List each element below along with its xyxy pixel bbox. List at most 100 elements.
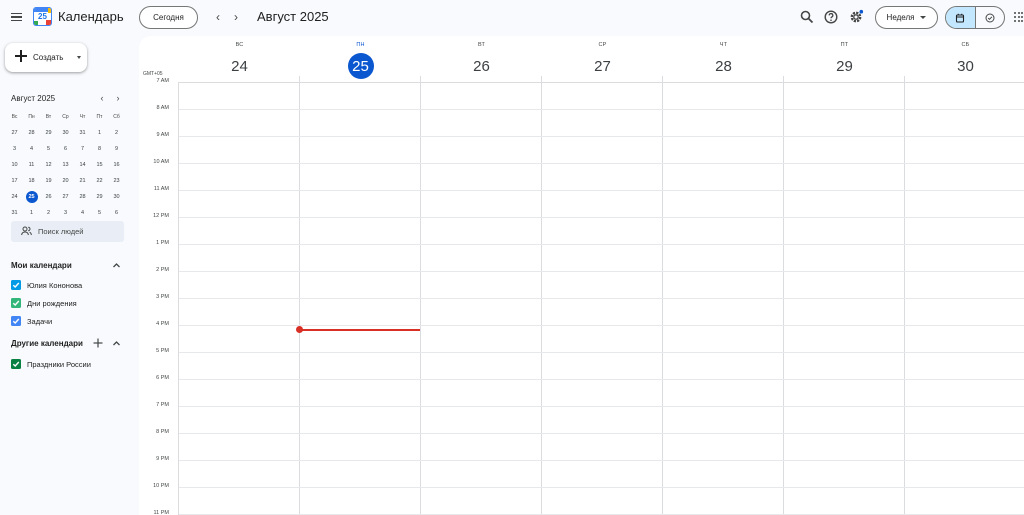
other-calendars-title[interactable]: Другие календари [11,339,83,348]
mini-day[interactable]: 7 [74,141,91,157]
create-button[interactable]: Создать [5,43,87,72]
mini-day[interactable]: 31 [6,205,23,221]
my-calendars-title[interactable]: Мои календари [11,261,72,270]
hour-line [179,460,1024,461]
help-icon[interactable] [823,9,839,25]
calendar-item[interactable]: Юлия Кононова [11,279,82,291]
mini-day-number: 24 [11,194,18,200]
mini-day[interactable]: 30 [57,125,74,141]
day-number[interactable]: 26 [469,53,495,79]
hour-line [179,352,1024,353]
chevron-down-icon [77,56,81,59]
mini-day[interactable]: 28 [74,189,91,205]
mini-day[interactable]: 2 [108,125,125,141]
mini-day[interactable]: 4 [23,141,40,157]
apps-icon[interactable] [1014,12,1024,22]
mini-day-today[interactable]: 25 [23,189,40,205]
calendar-item-label: Праздники России [27,359,91,369]
mini-day[interactable]: 2 [40,205,57,221]
mini-day[interactable]: 29 [40,125,57,141]
mini-day[interactable]: 26 [40,189,57,205]
mini-weekday: Сб [113,114,120,120]
mini-day-number: 17 [11,178,18,184]
prev-week-icon[interactable]: ‹ [211,9,225,25]
mini-day[interactable]: 4 [74,205,91,221]
checkbox-checked-icon[interactable] [11,316,21,326]
mini-day[interactable]: 23 [108,173,125,189]
mini-day[interactable]: 17 [6,173,23,189]
add-calendar-icon[interactable] [93,338,103,348]
mini-day[interactable]: 9 [108,141,125,157]
mini-day[interactable]: 13 [57,157,74,173]
mini-day[interactable]: 27 [57,189,74,205]
mini-day-number: 27 [62,194,69,200]
day-number[interactable]: 24 [227,53,253,79]
checkbox-checked-icon[interactable] [11,280,21,290]
mini-day[interactable]: 6 [108,205,125,221]
mini-day[interactable]: 27 [6,125,23,141]
mini-prev-icon[interactable]: ‹ [97,93,107,103]
day-number[interactable]: 30 [953,53,979,79]
mini-day[interactable]: 29 [91,189,108,205]
people-search-input[interactable] [38,224,122,239]
today-button[interactable]: Сегодня [139,6,198,29]
day-of-week-label: ВТ [477,42,486,48]
mini-day-number: 29 [96,194,103,200]
chevron-up-icon[interactable] [112,339,121,348]
column-divider [904,76,905,515]
day-of-week-label: СР [598,42,607,48]
mini-day[interactable]: 5 [40,141,57,157]
chevron-up-icon[interactable] [112,261,121,270]
mini-next-icon[interactable]: › [113,93,123,103]
settings-icon[interactable] [848,9,864,25]
mini-day-number: 13 [62,162,69,168]
checkbox-checked-icon[interactable] [11,359,21,369]
view-selector[interactable]: Неделя [875,6,938,29]
calendar-mode-button[interactable] [946,7,975,28]
people-search[interactable] [11,221,124,242]
mini-day[interactable]: 20 [57,173,74,189]
day-number[interactable]: 29 [832,53,858,79]
main-menu-icon[interactable] [8,8,26,26]
mini-day[interactable]: 12 [40,157,57,173]
mini-day[interactable]: 1 [23,205,40,221]
mini-day[interactable]: 31 [74,125,91,141]
tasks-mode-button[interactable] [974,7,1005,28]
search-icon[interactable] [799,9,815,25]
day-number[interactable]: 27 [590,53,616,79]
mini-day[interactable]: 10 [6,157,23,173]
mini-day[interactable]: 14 [74,157,91,173]
mini-day[interactable]: 22 [91,173,108,189]
day-number[interactable]: 28 [711,53,737,79]
mini-day[interactable]: 1 [91,125,108,141]
calendar-item-label: Задачи [27,316,53,326]
mini-day[interactable]: 28 [23,125,40,141]
mini-day[interactable]: 30 [108,189,125,205]
mini-day[interactable]: 8 [91,141,108,157]
column-divider [420,76,421,515]
calendar-item[interactable]: Дни рождения [11,297,77,309]
calendar-item[interactable]: Задачи [11,315,52,327]
day-header: СР 27 [542,36,663,82]
next-week-icon[interactable]: › [229,9,243,25]
mini-day[interactable]: 18 [23,173,40,189]
mini-day-number: 16 [113,162,120,168]
mini-day[interactable]: 19 [40,173,57,189]
day-of-week-label: ВС [235,42,244,48]
mini-day[interactable]: 3 [6,141,23,157]
mini-day[interactable]: 6 [57,141,74,157]
mini-day[interactable]: 11 [23,157,40,173]
day-of-week-label: ЧТ [719,42,728,48]
day-number-today[interactable]: 25 [347,53,374,79]
mini-day[interactable]: 24 [6,189,23,205]
checkbox-checked-icon[interactable] [11,298,21,308]
calendar-item[interactable]: Праздники России [11,358,91,370]
app-title[interactable]: Календарь [58,9,124,24]
mini-day[interactable]: 3 [57,205,74,221]
mini-day[interactable]: 15 [91,157,108,173]
view-label: Неделя [886,13,915,22]
mini-day[interactable]: 16 [108,157,125,173]
mini-day-number: 1 [97,130,102,136]
mini-day[interactable]: 21 [74,173,91,189]
mini-day[interactable]: 5 [91,205,108,221]
